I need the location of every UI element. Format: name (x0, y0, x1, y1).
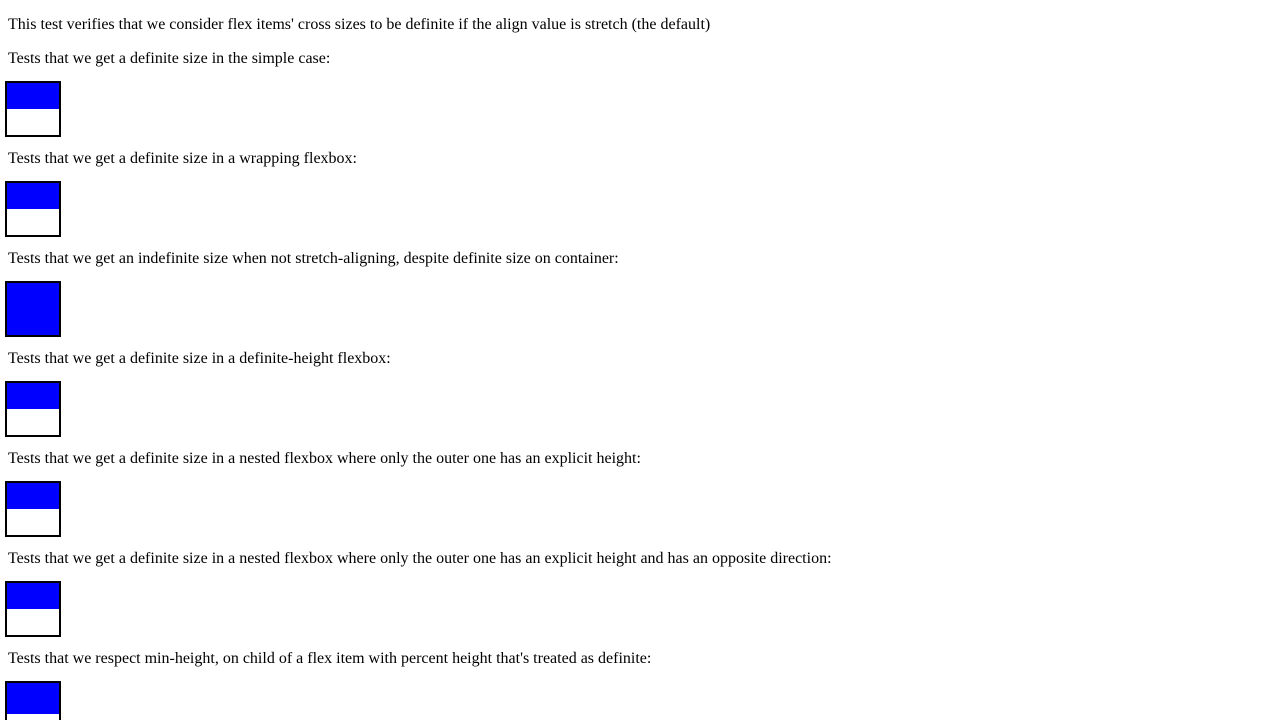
test-label: Tests that we get a definite size in the… (8, 50, 331, 67)
test-box-fill (7, 283, 59, 335)
test-box-fill (7, 383, 59, 409)
intro-text: This test verifies that we consider flex… (8, 16, 711, 33)
test-box (5, 681, 61, 720)
test-box (5, 581, 61, 637)
test-box-fill (7, 483, 59, 509)
test-box (5, 281, 61, 337)
test-box-fill (7, 83, 59, 109)
test-box (5, 81, 61, 137)
test-box (5, 481, 61, 537)
test-label: Tests that we get a definite size in a d… (8, 350, 391, 367)
test-box (5, 181, 61, 237)
test-label: Tests that we get a definite size in a w… (8, 150, 357, 167)
test-label: Tests that we respect min-height, on chi… (8, 650, 652, 667)
test-box-fill (7, 683, 59, 715)
test-box-fill (7, 183, 59, 209)
test-label: Tests that we get a definite size in a n… (8, 550, 832, 567)
test-box-fill (7, 583, 59, 609)
test-label: Tests that we get a definite size in a n… (8, 450, 641, 467)
test-label: Tests that we get an indefinite size whe… (8, 250, 619, 267)
test-box (5, 381, 61, 437)
